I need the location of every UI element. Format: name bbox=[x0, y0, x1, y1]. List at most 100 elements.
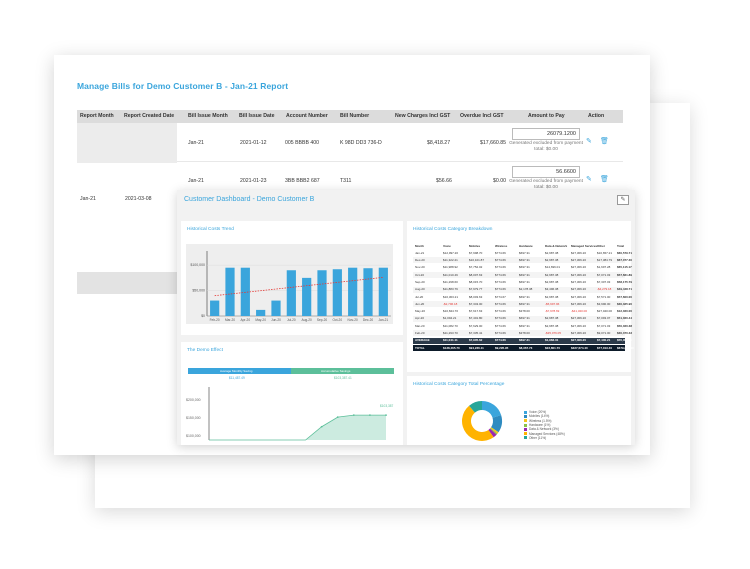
table-cell: $27,306.20 bbox=[571, 272, 587, 277]
table-cell: $11,883.79 bbox=[443, 287, 458, 292]
demo-point bbox=[320, 425, 323, 428]
trend-xtick: Feb-20 bbox=[210, 318, 220, 322]
table-cell: $8,367.73 bbox=[519, 345, 533, 350]
table-cell: $30,325.90 bbox=[617, 301, 633, 306]
demo-effect-widget: The Demo Effect Average Monthly Saving A… bbox=[181, 342, 403, 445]
col-bill-issue-date[interactable]: Bill Issue Date bbox=[239, 113, 274, 119]
legend-swatch bbox=[524, 410, 527, 414]
table-row: Jan-21 $12,997.20 $7,998.70 $774.66 $697.31 $… bbox=[413, 250, 632, 257]
report-month: Jan-21 bbox=[80, 196, 96, 202]
col-bill-number[interactable]: Bill Number bbox=[340, 113, 369, 119]
table-cell: $23,801.70 bbox=[545, 345, 561, 350]
trend-ytick: $100,000 bbox=[190, 263, 205, 267]
table-cell: $67,077.30 bbox=[617, 258, 633, 263]
trend-ytick: $50,000 bbox=[192, 289, 205, 293]
table-cell: $7,071.03 bbox=[597, 323, 611, 328]
col-bill-issue-month[interactable]: Bill Issue Month bbox=[188, 113, 228, 119]
table-cell: Wireless bbox=[495, 243, 508, 248]
table-row: Dec-20 $11,322.21 $10,101.87 $774.66 $697.31… bbox=[413, 257, 632, 264]
table-cell: $57,600.00 bbox=[617, 294, 633, 299]
row1-amount-input[interactable]: 26079.1200 bbox=[512, 128, 580, 140]
donut-slice bbox=[482, 401, 502, 418]
table-row: Sep-20 $11,298.60 $8,015.70 $774.66 $697.31 $… bbox=[413, 279, 632, 286]
row1-edit-icon[interactable]: ✎ bbox=[586, 137, 592, 145]
trend-bar bbox=[378, 267, 388, 316]
trend-bar bbox=[210, 300, 220, 316]
trend-xtick: Jul-20 bbox=[287, 318, 296, 322]
table-cell: -$4,279.18 bbox=[597, 287, 612, 292]
table-cell: $697.31 bbox=[519, 265, 530, 270]
table-cell: $774.67 bbox=[495, 294, 506, 299]
trend-xtick: Aug-20 bbox=[302, 318, 313, 322]
table-row: Apr-20 $1,094.21 $7,401.80 $774.66 $697.31 $2… bbox=[413, 315, 632, 322]
bills-gray-left bbox=[77, 123, 177, 163]
table-cell: $774.66 bbox=[495, 258, 506, 263]
trend-widget: Historical Costs Trend $100,000 $50,000 $0… bbox=[181, 221, 403, 335]
table-cell: $50,020.38 bbox=[617, 323, 633, 328]
table-cell: $697.31 bbox=[519, 279, 530, 284]
table-row: Jul-20 $10,303.21 $8,003.63 $774.67 $697.31 $… bbox=[413, 293, 632, 300]
table-cell: $697.31 bbox=[519, 272, 530, 277]
table-cell: $1,697.28 bbox=[597, 265, 611, 270]
col-report-created[interactable]: Report Created Date bbox=[124, 113, 174, 119]
row2-delete-icon[interactable]: 🗑 bbox=[600, 175, 609, 183]
table-cell: $138,465.70 bbox=[443, 345, 460, 350]
table-cell: $7,617.63 bbox=[469, 309, 483, 314]
table-cell: $10,303.21 bbox=[443, 294, 459, 299]
table-cell: $3,990.00 bbox=[597, 301, 611, 306]
trend-bar bbox=[332, 269, 342, 316]
demo-area bbox=[209, 415, 386, 440]
col-amount-to-pay[interactable]: Amount to Pay bbox=[528, 113, 565, 119]
trend-bar bbox=[302, 277, 312, 316]
row2-bill-number: T311 bbox=[340, 178, 352, 184]
row1-delete-icon[interactable]: 🗑 bbox=[600, 137, 609, 145]
dashboard-title: Customer Dashboard - Demo Customer B bbox=[184, 196, 315, 203]
table-cell: $774.66 bbox=[495, 316, 506, 321]
trend-bar bbox=[348, 267, 358, 316]
table-cell: Data & Network bbox=[545, 243, 568, 248]
table-cell: $1,983.31 bbox=[545, 338, 559, 343]
table-header-row: Month Voice Mobiles Wireless Hardware Data & … bbox=[413, 243, 625, 250]
row2-amount-input[interactable]: 56.6600 bbox=[512, 166, 580, 178]
table-cell: $8,003.63 bbox=[469, 294, 483, 299]
col-account-number[interactable]: Account Number bbox=[286, 113, 328, 119]
demo-point bbox=[352, 414, 355, 416]
table-cell: Mar-20 bbox=[415, 323, 425, 328]
trend-bar bbox=[363, 268, 373, 316]
row2-overdue: $0.00 bbox=[493, 178, 506, 184]
table-cell: $7,071.03 bbox=[597, 272, 611, 277]
trend-xtick: Mar-20 bbox=[225, 318, 235, 322]
table-cell: $2,987.38 bbox=[545, 294, 559, 299]
col-report-month[interactable]: Report Month bbox=[80, 113, 114, 119]
table-cell: $2,987.38 bbox=[545, 250, 559, 255]
table-cell: $7,343.00 bbox=[469, 301, 483, 306]
table-row: Jun-20 -$2,796.18 $7,343.00 $774.66 $697.31 -… bbox=[413, 301, 632, 308]
table-row: Oct-20 $11,010.49 $8,007.63 $774.66 $697.31 $… bbox=[413, 271, 632, 279]
row1-overdue: $17,660.85 bbox=[480, 140, 506, 146]
demo-point bbox=[385, 414, 387, 416]
row2-edit-icon[interactable]: ✎ bbox=[586, 175, 592, 183]
table-cell: $11,041.11 bbox=[443, 338, 458, 343]
table-cell: $8,007.63 bbox=[469, 272, 483, 277]
table-cell: $697.31 bbox=[519, 301, 530, 306]
table-row: Mar-20 $11,082.70 $7,629.00 $774.66 $697.31 $… bbox=[413, 323, 632, 330]
table-cell: Oct-20 bbox=[415, 272, 425, 277]
table-cell: Apr-20 bbox=[415, 316, 425, 321]
row1-issue-month: Jan-21 bbox=[188, 140, 204, 146]
col-overdue[interactable]: Overdue Incl GST bbox=[460, 113, 504, 119]
report-created: 2021-03-08 bbox=[125, 196, 152, 202]
col-new-charges[interactable]: New Charges Incl GST bbox=[395, 113, 450, 119]
stage: Manage Bills for Demo Customer B - Jan-2… bbox=[0, 0, 750, 569]
col-action[interactable]: Action bbox=[588, 113, 604, 119]
legend-swatch bbox=[524, 432, 527, 436]
table-cell: $2,987.38 bbox=[545, 272, 559, 277]
legend-item[interactable]: Other (11%) bbox=[524, 436, 546, 440]
row1-account: 005 BBBB 400 bbox=[285, 140, 320, 146]
table-cell: $7,629.00 bbox=[469, 323, 483, 328]
trend-xtick: Jan-21 bbox=[378, 318, 388, 322]
trend-xtick: Sep-20 bbox=[317, 318, 328, 322]
table-cell: $8,015.70 bbox=[469, 279, 483, 284]
table-total-row: TOTAL $138,465.70 $94,236.11 $9,295.95 $8,36… bbox=[413, 344, 634, 352]
table-cell: -$5,997.96 bbox=[545, 301, 560, 306]
edit-icon[interactable]: ✎ bbox=[617, 195, 629, 205]
